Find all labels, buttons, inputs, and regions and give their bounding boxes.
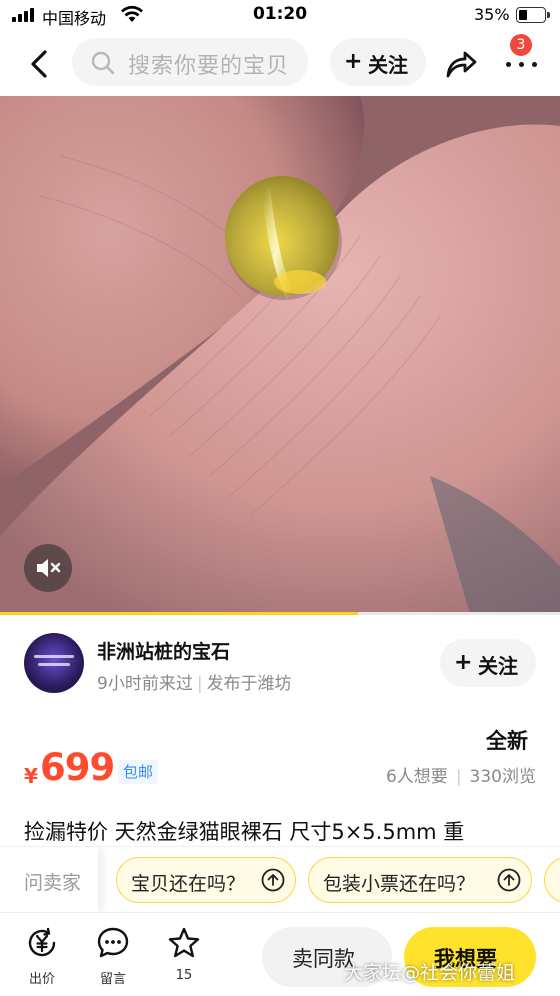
wants-count: 6人想要 — [385, 767, 448, 787]
search-icon — [91, 51, 115, 75]
comment-icon — [97, 927, 129, 958]
quick-question-chip[interactable]: 宝贝还在吗？ — [116, 857, 296, 903]
yen-offer-icon — [28, 927, 56, 957]
battery-percent: 35% — [474, 5, 510, 24]
product-photo — [0, 96, 560, 614]
favorite-button[interactable]: 15 — [159, 925, 209, 983]
video-progress-bar[interactable] — [0, 612, 560, 615]
seller-name[interactable]: 非洲站桩的宝石 — [97, 637, 230, 664]
arrow-up-icon — [497, 868, 521, 892]
currency-symbol: ¥ — [24, 764, 38, 788]
top-nav: 搜索你要的宝贝 + 关注 3 — [0, 32, 560, 96]
quick-question-chip-partial[interactable] — [544, 857, 560, 903]
notification-badge: 3 — [510, 34, 532, 56]
price: 699 — [40, 746, 115, 789]
volume-mute-icon — [37, 559, 61, 577]
quick-question-chip[interactable]: 包装小票还在吗？ — [308, 857, 532, 903]
star-icon — [168, 927, 200, 958]
product-stats: 6人想要 | 330浏览 — [385, 767, 536, 787]
status-bar: 中国移动 01:20 35% — [0, 0, 560, 32]
seller-meta: 9小时前来过 | 发布于潍坊 — [97, 674, 292, 694]
ask-seller-button[interactable]: 问卖家 — [0, 847, 98, 912]
arrow-up-icon — [261, 868, 285, 892]
mute-button[interactable] — [24, 544, 72, 592]
seller-last-seen: 9小时前来过 — [97, 674, 193, 694]
make-offer-button[interactable]: 出价 — [17, 925, 67, 987]
comment-label: 留言 — [99, 972, 126, 987]
battery-icon — [516, 7, 550, 23]
search-placeholder: 搜索你要的宝贝 — [128, 54, 290, 79]
plus-icon: + — [344, 49, 363, 74]
video-progress-fill — [0, 612, 359, 615]
seller-location: 发布于潍坊 — [206, 674, 292, 694]
free-shipping-tag: 包邮 — [118, 760, 159, 784]
search-bar[interactable]: 搜索你要的宝贝 — [72, 38, 308, 86]
product-media[interactable] — [0, 96, 560, 614]
follow-label: 关注 — [368, 53, 408, 77]
views-count: 330浏览 — [469, 767, 536, 787]
share-icon[interactable] — [444, 46, 478, 80]
make-offer-label: 出价 — [28, 972, 55, 987]
follow-seller-button[interactable]: + 关注 — [440, 639, 536, 687]
follow-seller-label: 关注 — [478, 654, 518, 678]
comment-button[interactable]: 留言 — [88, 925, 138, 987]
follow-button-top[interactable]: + 关注 — [330, 38, 426, 86]
ask-seller-label: 问卖家 — [24, 872, 82, 894]
seller-avatar[interactable] — [24, 633, 84, 693]
plus-icon: + — [454, 650, 473, 675]
quick-questions-bar: 宝贝还在吗？ 包装小票还在吗？ 问卖家 — [0, 846, 560, 912]
back-icon[interactable] — [22, 46, 58, 82]
watermark: 大家坛@社会你蕾姐 — [344, 962, 516, 984]
condition-tag: 全新 — [486, 725, 528, 755]
product-title: 捡漏特价 天然金绿猫眼裸石 尺寸5×5.5mm 重 — [24, 820, 465, 844]
favorite-count: 15 — [175, 968, 193, 983]
